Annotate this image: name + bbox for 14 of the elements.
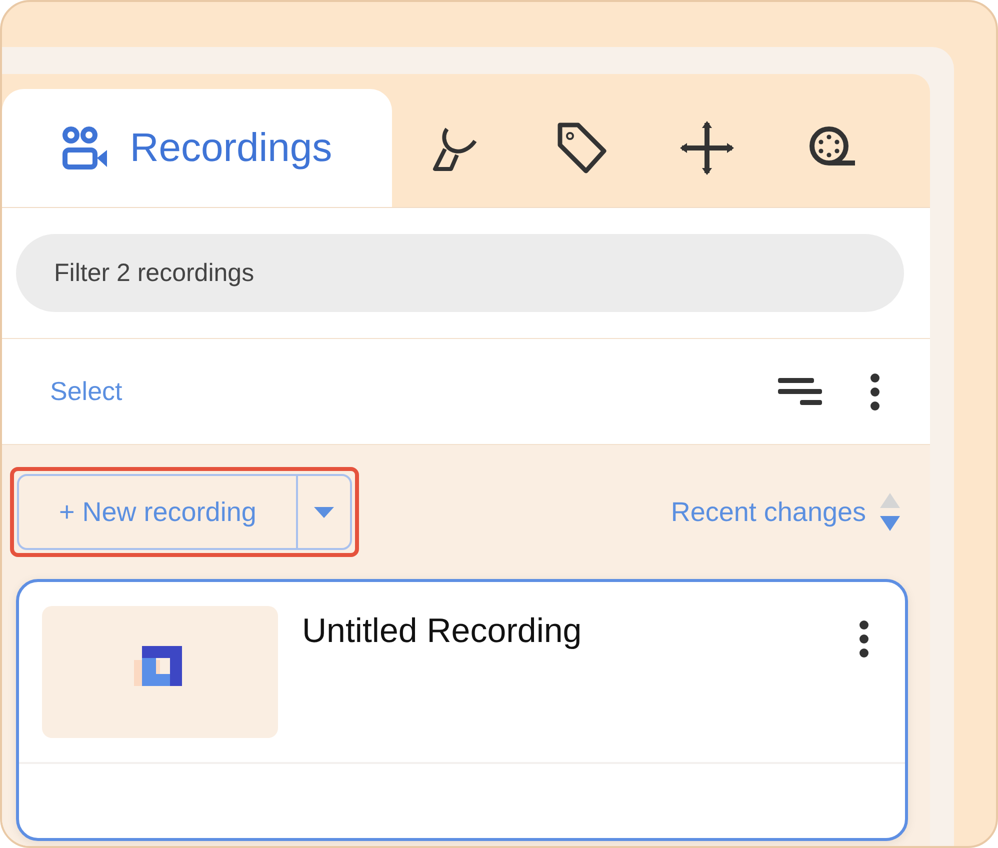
- highlighter-icon: [431, 125, 479, 171]
- more-icon[interactable]: [870, 372, 880, 410]
- move-icon: [680, 121, 734, 175]
- filter-field[interactable]: Filter 2 recordings: [16, 234, 904, 312]
- recording-title: Untitled Recording: [302, 611, 583, 652]
- tab[interactable]: Recordings: [2, 89, 392, 207]
- sort-button[interactable]: Recent changes: [664, 490, 906, 534]
- more-icon[interactable]: [859, 620, 869, 658]
- caret-icon: [314, 506, 334, 518]
- new-recording-button[interactable]: + New recording: [19, 476, 296, 548]
- recording-card[interactable]: Untitled Recording: [16, 579, 908, 841]
- view-options-icon[interactable]: [778, 376, 822, 408]
- select-link[interactable]: Select: [50, 372, 122, 411]
- camera-icon: [62, 126, 108, 170]
